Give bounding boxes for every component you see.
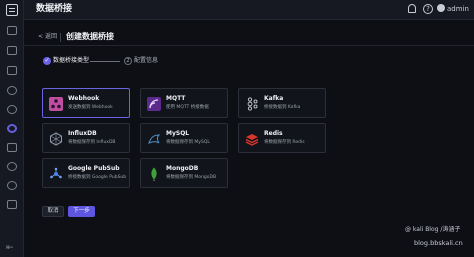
bridge-name: InfluxDB <box>68 130 97 137</box>
page-title: 创建数据桥接 <box>66 32 114 41</box>
bridge-name: Webhook <box>68 95 100 102</box>
bell-icon[interactable] <box>408 4 416 13</box>
bridge-name: Kafka <box>264 95 284 102</box>
mongodb-icon <box>151 167 157 181</box>
step-1-label: 数据桥接类型 <box>53 57 90 64</box>
nav-diagnose-icon[interactable] <box>7 181 17 190</box>
back-link[interactable]: < 返回 <box>38 32 57 42</box>
bridge-card-webhook[interactable]: Webhook 发送数据到 Webhook <box>42 88 130 118</box>
header-divider <box>60 33 61 42</box>
bridge-description: 将数据保存到 MongoDB <box>166 175 217 180</box>
mqtt-icon <box>147 97 161 111</box>
bridge-description: 将数据保存到 InfluxDB <box>68 140 116 145</box>
nav-system-icon[interactable] <box>7 200 17 209</box>
nav-subscriptions-icon[interactable] <box>7 66 17 75</box>
user-avatar-icon[interactable] <box>437 4 445 12</box>
bridge-description: 使用 MQTT 桥接数据 <box>166 105 209 110</box>
bridge-card-mongodb[interactable]: MongoDB 将数据保存到 MongoDB <box>140 158 228 188</box>
bridge-description: 将数据保存到 MySQL <box>166 140 210 145</box>
step-2-label: 配置信息 <box>134 57 159 64</box>
bridge-card-influxdb[interactable]: InfluxDB 将数据保存到 InfluxDB <box>42 123 130 153</box>
bridge-name: MySQL <box>166 130 190 137</box>
next-step-button[interactable]: 下一步 <box>68 206 95 217</box>
bridge-description: 桥接数据到 Kafka <box>264 105 301 110</box>
nav-clients-icon[interactable] <box>7 46 17 55</box>
mysql-icon <box>148 134 161 144</box>
bridge-name: Redis <box>264 130 283 137</box>
nav-rules-icon[interactable] <box>7 143 17 152</box>
back-label: 返回 <box>44 33 57 40</box>
page-header: < 返回 创建数据桥接 <box>24 30 474 46</box>
app-logo <box>6 4 18 16</box>
help-icon[interactable]: ? <box>423 4 433 14</box>
kafka-icon <box>247 97 258 111</box>
redis-icon <box>245 134 259 146</box>
top-bar: 数据桥接 ? admin <box>24 0 474 20</box>
sidebar: ⇤ <box>0 0 24 257</box>
bridge-card-redis[interactable]: Redis 将数据保存到 Redis <box>238 123 326 153</box>
step-2-number: 2 <box>124 57 132 65</box>
bridge-card-kafka[interactable]: Kafka 桥接数据到 Kafka <box>238 88 326 118</box>
bridge-card-mqtt[interactable]: MQTT 使用 MQTT 桥接数据 <box>140 88 228 118</box>
user-name[interactable]: admin <box>447 4 469 14</box>
webhook-icon <box>49 97 63 111</box>
bridge-description: 发送数据到 Webhook <box>68 105 113 110</box>
cancel-button[interactable]: 取消 <box>42 206 64 217</box>
bridge-card-google-pubsub[interactable]: Google PubSub 桥接数据到 Google PubSub <box>42 158 130 188</box>
watermark-url: blog.bbskali.cn <box>414 239 463 247</box>
step-connector <box>90 61 120 62</box>
bridge-card-mysql[interactable]: MySQL 将数据保存到 MySQL <box>140 123 228 153</box>
bridge-description: 桥接数据到 Google PubSub <box>68 175 127 180</box>
google-pubsub-icon <box>50 167 62 179</box>
bridge-name: Google PubSub <box>68 165 120 172</box>
nav-data-integration-icon[interactable] <box>7 124 17 133</box>
bridge-name: MongoDB <box>166 165 199 172</box>
nav-access-icon[interactable] <box>7 86 17 95</box>
app-title: 数据桥接 <box>36 4 73 14</box>
collapse-icon[interactable]: ⇤ <box>6 244 14 253</box>
nav-extensions-icon[interactable] <box>7 162 17 171</box>
bridge-name: MQTT <box>166 95 186 102</box>
nav-security-icon[interactable] <box>7 105 17 114</box>
step-1-check-icon: ✓ <box>43 57 51 65</box>
influxdb-icon <box>50 132 62 146</box>
bridge-description: 将数据保存到 Redis <box>264 140 305 145</box>
nav-dashboard-icon[interactable] <box>7 26 17 35</box>
watermark-author: @ kali Blog /涛涵子 <box>405 226 461 233</box>
